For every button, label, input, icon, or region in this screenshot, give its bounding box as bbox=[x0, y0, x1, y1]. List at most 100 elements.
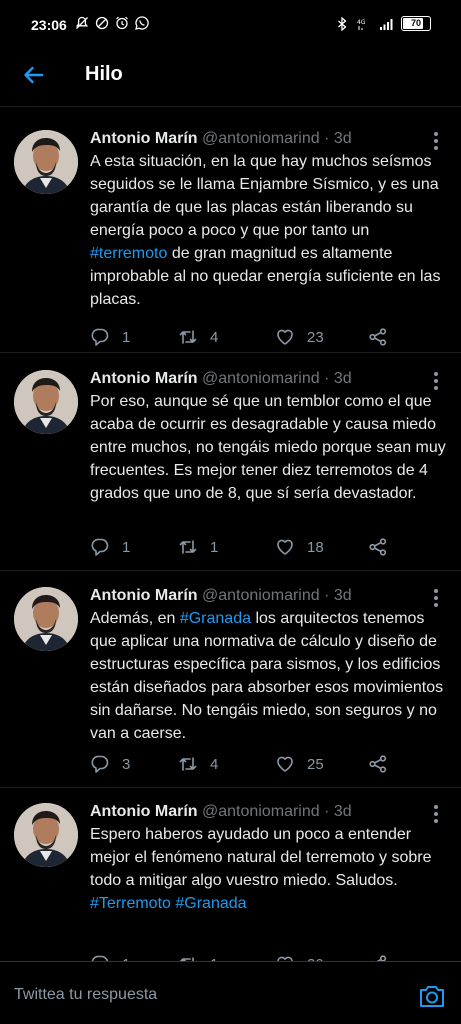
tweet-text: Espero haberos ayudado un poco a entende… bbox=[90, 823, 450, 915]
tweet-actions: 3 4 25 bbox=[90, 754, 410, 778]
tweet-header: Antonio Marín @antoniomarind · 3d bbox=[90, 128, 352, 150]
reply-count: 3 bbox=[122, 755, 131, 773]
hashtag-link[interactable]: #Terremoto bbox=[90, 895, 171, 912]
tweet-divider bbox=[0, 352, 461, 353]
retweet-button[interactable]: 1 bbox=[178, 954, 218, 961]
reply-button[interactable]: 3 bbox=[90, 754, 130, 774]
share-icon bbox=[369, 538, 387, 556]
whatsapp-icon bbox=[135, 16, 149, 30]
share-button[interactable] bbox=[368, 754, 388, 774]
reply-button[interactable]: 1 bbox=[90, 954, 130, 961]
status-left-icons bbox=[75, 16, 149, 30]
tweet-timestamp: · 3d bbox=[324, 803, 352, 820]
reply-input[interactable]: Twittea tu respuesta bbox=[14, 986, 157, 1004]
tweet-author-handle[interactable]: @antoniomarind bbox=[202, 130, 320, 147]
avatar-image bbox=[14, 370, 78, 434]
tweet-author-name[interactable]: Antonio Marín bbox=[90, 130, 198, 147]
share-icon bbox=[369, 328, 387, 346]
share-button[interactable] bbox=[368, 537, 388, 557]
tweet-actions: 1 4 23 bbox=[90, 327, 410, 351]
tweet-text-part: A esta situación, en la que hay muchos s… bbox=[90, 153, 439, 239]
retweet-icon bbox=[179, 540, 197, 554]
hashtag-link[interactable]: #Granada bbox=[175, 895, 246, 912]
thread-header: Hilo bbox=[0, 50, 461, 106]
like-button[interactable]: 18 bbox=[275, 537, 324, 557]
like-count: 18 bbox=[307, 538, 324, 556]
tweet[interactable]: Antonio Marín @antoniomarind · 3d Además… bbox=[0, 585, 461, 791]
like-count: 23 bbox=[307, 328, 324, 346]
more-options-button[interactable] bbox=[427, 370, 445, 392]
tweet-text-part: los arquitectos tenemos que aplicar una … bbox=[90, 610, 444, 742]
tweet-text-body: Espero haberos ayudado un poco a entende… bbox=[90, 826, 432, 889]
avatar[interactable] bbox=[14, 803, 78, 867]
tweet-author-name[interactable]: Antonio Marín bbox=[90, 370, 198, 387]
avatar[interactable] bbox=[14, 370, 78, 434]
tweet-author-name[interactable]: Antonio Marín bbox=[90, 587, 198, 604]
avatar[interactable] bbox=[14, 587, 78, 651]
tweet-author-handle[interactable]: @antoniomarind bbox=[202, 370, 320, 387]
tweet-author-handle[interactable]: @antoniomarind bbox=[202, 803, 320, 820]
camera-button[interactable] bbox=[418, 983, 446, 1009]
share-icon bbox=[371, 955, 387, 961]
reply-icon bbox=[91, 955, 109, 961]
tweet-header: Antonio Marín @antoniomarind · 3d bbox=[90, 801, 352, 823]
reply-icon bbox=[91, 538, 109, 556]
share-icon bbox=[369, 755, 387, 773]
tweet-timestamp: · 3d bbox=[324, 130, 352, 147]
tweet[interactable]: Antonio Marín @antoniomarind · 3d Por es… bbox=[0, 368, 461, 574]
reply-button[interactable]: 1 bbox=[90, 537, 130, 557]
tweet-divider bbox=[0, 570, 461, 571]
reply-count: 1 bbox=[122, 328, 131, 346]
tweet[interactable]: Antonio Marín @antoniomarind · 3d A esta… bbox=[0, 128, 461, 364]
retweet-button[interactable]: 4 bbox=[178, 754, 218, 774]
alarm-icon bbox=[116, 16, 128, 30]
share-button[interactable] bbox=[368, 327, 388, 347]
back-arrow-icon bbox=[24, 66, 44, 84]
avatar[interactable] bbox=[14, 130, 78, 194]
like-button[interactable]: 20 bbox=[275, 954, 324, 961]
reply-bar: Twittea tu respuesta bbox=[0, 961, 461, 1024]
retweet-count: 4 bbox=[210, 328, 219, 346]
tweet-author-handle[interactable]: @antoniomarind bbox=[202, 587, 320, 604]
heart-icon bbox=[277, 539, 293, 555]
retweet-icon bbox=[179, 957, 194, 961]
more-options-button[interactable] bbox=[427, 587, 445, 609]
tweet-actions: 1 1 20 bbox=[90, 954, 410, 961]
tweet-header: Antonio Marín @antoniomarind · 3d bbox=[90, 585, 352, 607]
retweet-count: 1 bbox=[210, 538, 219, 556]
back-button[interactable] bbox=[18, 60, 48, 90]
camera-icon bbox=[420, 986, 444, 1007]
signal-icon bbox=[380, 18, 393, 30]
battery-indicator: 70 bbox=[401, 16, 431, 31]
tweet-text: A esta situación, en la que hay muchos s… bbox=[90, 150, 450, 311]
status-right-icons: 4G 70 bbox=[335, 16, 431, 31]
tweet[interactable]: Antonio Marín @antoniomarind · 3d Espero… bbox=[0, 801, 461, 961]
status-bar: 23:06 4G 70 bbox=[0, 0, 461, 50]
heart-icon bbox=[277, 956, 293, 961]
like-count: 25 bbox=[307, 755, 324, 773]
tweet-text-part: Además, en bbox=[90, 610, 180, 627]
more-options-button[interactable] bbox=[427, 803, 445, 825]
heart-icon bbox=[277, 756, 293, 772]
retweet-count: 4 bbox=[210, 755, 219, 773]
reply-button[interactable]: 1 bbox=[90, 327, 130, 347]
like-button[interactable]: 23 bbox=[275, 327, 324, 347]
tweet-actions: 1 1 18 bbox=[90, 537, 410, 561]
tweet-text: Por eso, aunque sé que un temblor como e… bbox=[90, 393, 446, 502]
tweet-divider bbox=[0, 787, 461, 788]
avatar-image bbox=[14, 803, 78, 867]
retweet-button[interactable]: 4 bbox=[178, 327, 218, 347]
share-button[interactable] bbox=[368, 954, 388, 961]
like-button[interactable]: 25 bbox=[275, 754, 324, 774]
tweet-timestamp: · 3d bbox=[324, 370, 352, 387]
silent-mode-icon bbox=[75, 16, 89, 29]
hashtag-link[interactable]: #Granada bbox=[180, 610, 251, 627]
tweet-author-name[interactable]: Antonio Marín bbox=[90, 803, 198, 820]
hashtag-link[interactable]: #terremoto bbox=[90, 245, 167, 262]
retweet-button[interactable]: 1 bbox=[178, 537, 218, 557]
tweet-feed[interactable]: Antonio Marín @antoniomarind · 3d A esta… bbox=[0, 107, 461, 961]
tweet-text: Además, en #Granada los arquitectos tene… bbox=[90, 607, 450, 745]
reply-icon bbox=[91, 755, 109, 773]
more-options-button[interactable] bbox=[427, 130, 445, 152]
bluetooth-icon bbox=[338, 16, 347, 31]
